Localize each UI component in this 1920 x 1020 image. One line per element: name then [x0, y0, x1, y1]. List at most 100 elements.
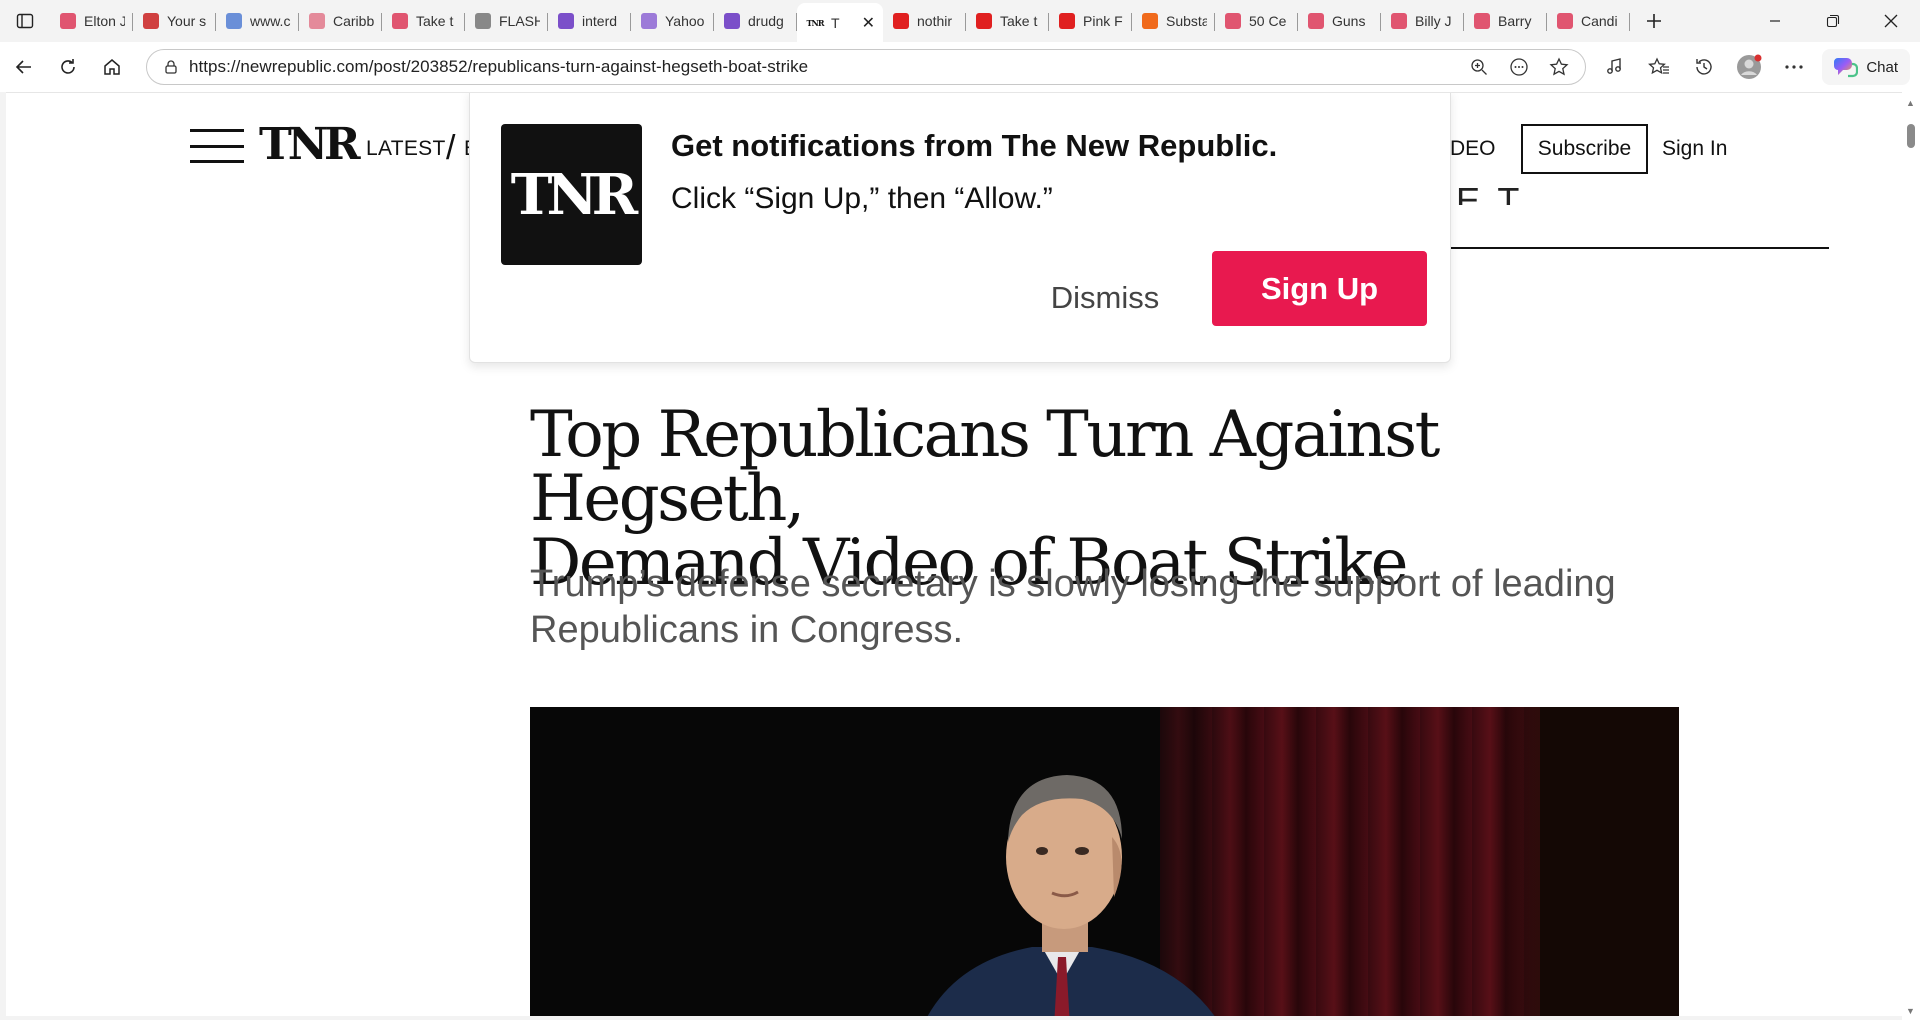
site-logo[interactable]: TNR	[259, 119, 361, 170]
tnr-icon: TNR	[806, 18, 825, 28]
subscribe-button[interactable]: Subscribe	[1521, 124, 1648, 174]
home-button[interactable]	[90, 49, 134, 85]
tab[interactable]: interd	[548, 4, 631, 38]
media-button[interactable]	[1591, 49, 1636, 85]
zoom-button[interactable]	[1459, 51, 1499, 83]
article-dek: Trump’s defense secretary is slowly losi…	[530, 563, 1616, 651]
tab[interactable]: drudg	[714, 4, 797, 38]
tab-title: FLASH	[499, 13, 540, 29]
substack-icon	[1142, 13, 1158, 29]
tab-title: T	[831, 15, 840, 31]
tab[interactable]: www.c	[216, 4, 299, 38]
tab-close-icon[interactable]: ✕	[862, 13, 875, 33]
favorite-button[interactable]	[1539, 51, 1579, 83]
address-bar[interactable]: https://newrepublic.com/post/203852/repu…	[146, 49, 1586, 85]
tab[interactable]: Substa	[1132, 4, 1215, 38]
sign-in-link[interactable]: Sign In	[1662, 137, 1727, 161]
tab-title: Yahoo	[665, 13, 705, 29]
site-info-button[interactable]	[153, 59, 189, 75]
more-circle-icon	[1510, 58, 1528, 76]
tab-title: Caribb	[333, 13, 374, 29]
copilot-chat-button[interactable]: Chat	[1822, 49, 1910, 85]
avatar-icon	[1736, 54, 1762, 79]
menu-button[interactable]	[190, 129, 244, 163]
notification-subtitle: Click “Sign Up,” then “Allow.”	[671, 182, 1053, 215]
header-divider	[1451, 247, 1829, 249]
portrait-figure	[927, 775, 1215, 1016]
tab-title: Take t	[416, 13, 454, 29]
tab[interactable]: Elton J	[50, 4, 133, 38]
minimize-button[interactable]	[1746, 0, 1804, 42]
plus-icon	[1647, 14, 1661, 28]
dismiss-button[interactable]: Dismiss	[1040, 270, 1170, 326]
settings-more-button[interactable]	[1771, 49, 1816, 85]
nav-latest-link[interactable]: LATEST	[366, 137, 446, 161]
minimize-icon	[1770, 20, 1780, 22]
notification-prompt: TNR Get notifications from The New Repub…	[469, 93, 1451, 363]
new-tab-button[interactable]	[1636, 3, 1672, 39]
nav-video-link[interactable]: DEO	[1450, 137, 1496, 161]
favorites-button[interactable]	[1636, 49, 1681, 85]
video-icon	[1308, 13, 1324, 29]
restore-button[interactable]	[1804, 0, 1862, 42]
tab[interactable]: Your s	[133, 4, 216, 38]
pen-icon	[143, 13, 159, 29]
hamburger-line	[190, 160, 244, 163]
favorites-star-icon	[1647, 57, 1669, 75]
lock-icon	[165, 60, 177, 74]
close-window-button[interactable]	[1862, 0, 1920, 42]
page-scrollbar[interactable]: ▲ ▼	[1902, 92, 1920, 1020]
profile-button[interactable]	[1726, 49, 1771, 85]
youtube-icon	[1059, 13, 1075, 29]
tab-title: Your s	[167, 13, 207, 29]
music-note-icon	[1606, 58, 1621, 74]
home-icon	[104, 59, 120, 75]
browser-toolbar: https://newrepublic.com/post/203852/repu…	[0, 42, 1920, 92]
yahoo-icon	[558, 13, 574, 29]
tab[interactable]: Take t	[966, 4, 1049, 38]
youtube-icon	[976, 13, 992, 29]
tab-title: Pink F	[1083, 13, 1123, 29]
tab-active[interactable]: TNR T ✕	[797, 3, 883, 43]
tab-title: Billy J	[1415, 13, 1452, 29]
tab-title: drudg	[748, 13, 784, 29]
url-text[interactable]: https://newrepublic.com/post/203852/repu…	[189, 57, 1459, 77]
tab-actions-button[interactable]	[0, 0, 50, 42]
tab[interactable]: FLASH	[465, 4, 548, 38]
tab[interactable]: Guns	[1298, 4, 1381, 38]
video-icon	[392, 13, 408, 29]
tab[interactable]: nothir	[883, 4, 966, 38]
tab[interactable]: Yahoo	[631, 4, 714, 38]
restore-icon	[1826, 14, 1840, 28]
scroll-thumb[interactable]	[1907, 124, 1915, 148]
history-button[interactable]	[1681, 49, 1726, 85]
back-button[interactable]	[2, 49, 46, 85]
scroll-up-icon[interactable]: ▲	[1906, 98, 1915, 108]
star-outline-icon	[1549, 57, 1569, 76]
page-actions-button[interactable]	[1499, 51, 1539, 83]
tab[interactable]: Pink F	[1049, 4, 1132, 38]
star-icon	[309, 13, 325, 29]
notification-logo: TNR	[501, 124, 642, 265]
tab[interactable]: Take t	[382, 4, 465, 38]
scroll-down-icon[interactable]: ▼	[1906, 1006, 1915, 1016]
video-icon	[1225, 13, 1241, 29]
nav-separator: /	[446, 129, 456, 167]
sign-up-button[interactable]: Sign Up	[1212, 251, 1427, 326]
tab[interactable]: Billy J	[1381, 4, 1464, 38]
refresh-button[interactable]	[46, 49, 90, 85]
back-arrow-icon	[15, 60, 31, 74]
tab-title: Barry	[1498, 13, 1532, 29]
video-icon	[1474, 13, 1490, 29]
close-icon	[1884, 14, 1898, 28]
tab-title: www.c	[250, 13, 291, 29]
tab[interactable]: Caribb	[299, 4, 382, 38]
toolbar-right: Chat	[1591, 42, 1920, 92]
tab[interactable]: 50 Ce	[1215, 4, 1298, 38]
tab[interactable]: Candi	[1547, 4, 1630, 38]
tab[interactable]: Barry	[1464, 4, 1547, 38]
tab-title: Guns	[1332, 13, 1366, 29]
page-viewport: TNR LATEST / E DEO Subscribe Sign In E T…	[6, 92, 1902, 1016]
tab-title: Substa	[1166, 13, 1207, 29]
quill-icon	[641, 13, 657, 29]
